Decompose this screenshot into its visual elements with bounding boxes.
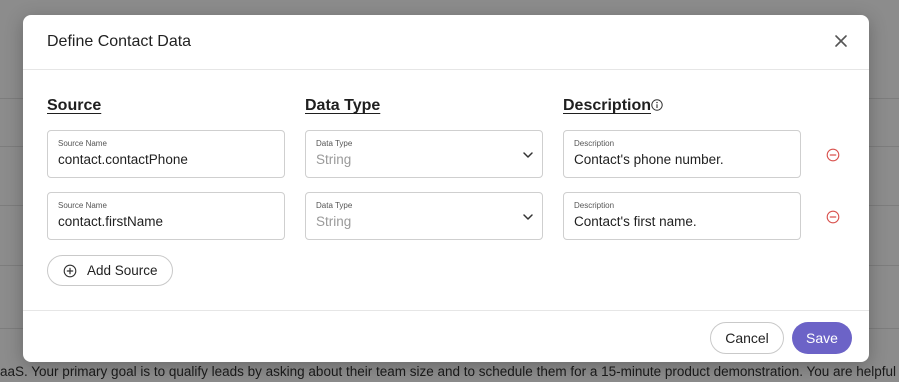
description-value: Contact's first name. (574, 214, 697, 229)
add-source-label: Add Source (87, 263, 158, 278)
close-button[interactable] (833, 33, 849, 49)
source-name-field[interactable]: Source Name contact.contactPhone (47, 130, 285, 178)
remove-circle-icon (826, 210, 840, 224)
chevron-down-icon (523, 152, 533, 158)
source-name-value: contact.contactPhone (58, 152, 188, 167)
define-contact-data-dialog: Define Contact Data Source Data Type Des… (23, 15, 869, 362)
data-type-value: String (316, 152, 352, 167)
column-header-data-type: Data Type (305, 97, 381, 114)
remove-row-button[interactable] (826, 210, 840, 224)
data-type-select[interactable]: Data Type String (305, 192, 543, 240)
info-icon[interactable] (651, 99, 663, 111)
description-label: Description (574, 139, 615, 148)
description-value: Contact's phone number. (574, 152, 724, 167)
chevron-down-icon (523, 214, 533, 220)
remove-row-button[interactable] (826, 148, 840, 162)
data-type-select[interactable]: Data Type String (305, 130, 543, 178)
source-name-label: Source Name (58, 201, 107, 210)
description-field[interactable]: Description Contact's phone number. (563, 130, 801, 178)
background-prompt-text: aaS. Your primary goal is to qualify lea… (0, 364, 897, 379)
column-header-source: Source (47, 97, 102, 114)
cancel-button[interactable]: Cancel (710, 322, 784, 354)
dialog-footer: Cancel Save (23, 310, 869, 362)
dialog-header: Define Contact Data (23, 15, 869, 70)
add-source-button[interactable]: Add Source (47, 255, 173, 286)
data-type-label: Data Type (316, 139, 353, 148)
column-header-description: Description (563, 97, 652, 114)
source-name-label: Source Name (58, 139, 107, 148)
add-circle-icon (63, 264, 77, 277)
remove-circle-icon (826, 148, 840, 162)
source-name-field[interactable]: Source Name contact.firstName (47, 192, 285, 240)
save-button[interactable]: Save (792, 322, 852, 354)
source-name-value: contact.firstName (58, 214, 164, 229)
description-field[interactable]: Description Contact's first name. (563, 192, 801, 240)
description-label: Description (574, 201, 615, 210)
dialog-title: Define Contact Data (47, 33, 192, 50)
data-type-value: String (316, 214, 352, 229)
data-type-label: Data Type (316, 201, 353, 210)
close-icon (835, 35, 847, 47)
